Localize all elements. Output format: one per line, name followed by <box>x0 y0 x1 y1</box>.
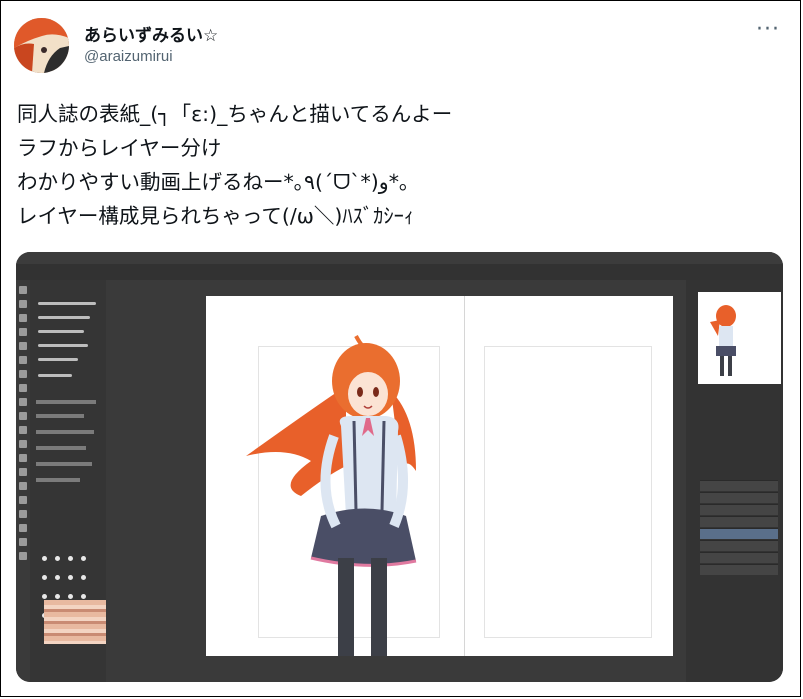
avatar[interactable] <box>14 18 69 73</box>
tweet-text-line: レイヤー構成見られちゃって(/ω＼)ﾊｽﾞｶｼｰｨ <box>17 204 415 228</box>
app-toolbar <box>16 264 783 281</box>
tool-palette <box>16 280 30 682</box>
tweet-text-line: 同人誌の表紙_(┐「ε:)_ちゃんと描いてるんよー <box>17 102 453 126</box>
attached-media[interactable] <box>16 252 783 682</box>
avatar-icon <box>14 18 69 73</box>
thumbnail-illustration-icon <box>710 305 736 376</box>
more-options-button[interactable]: ··· <box>756 17 780 42</box>
display-name[interactable]: あらいずみるい☆ <box>84 21 218 46</box>
color-swatch <box>44 600 108 644</box>
app-menubar <box>16 252 783 267</box>
canvas-page <box>206 296 673 656</box>
tweet-card: あらいずみるい☆ @araizumirui ··· 同人誌の表紙_(┐「ε:)_… <box>0 0 801 697</box>
anime-girl-illustration-icon <box>246 335 417 656</box>
navigator-thumbnail <box>698 292 781 384</box>
tweet-text-line: ラフからレイヤー分け <box>17 136 222 160</box>
tweet-text: 同人誌の表紙_(┐「ε:)_ちゃんと描いてるんよー ラフからレイヤー分け わかり… <box>17 97 452 233</box>
layers-panel <box>686 280 783 682</box>
user-handle[interactable]: @araizumirui <box>84 48 173 65</box>
tweet-text-line: わかりやすい動画上げるねー*｡٩(ˊᗜˋ*)و*｡ <box>17 170 410 194</box>
brush-panel <box>30 280 108 682</box>
